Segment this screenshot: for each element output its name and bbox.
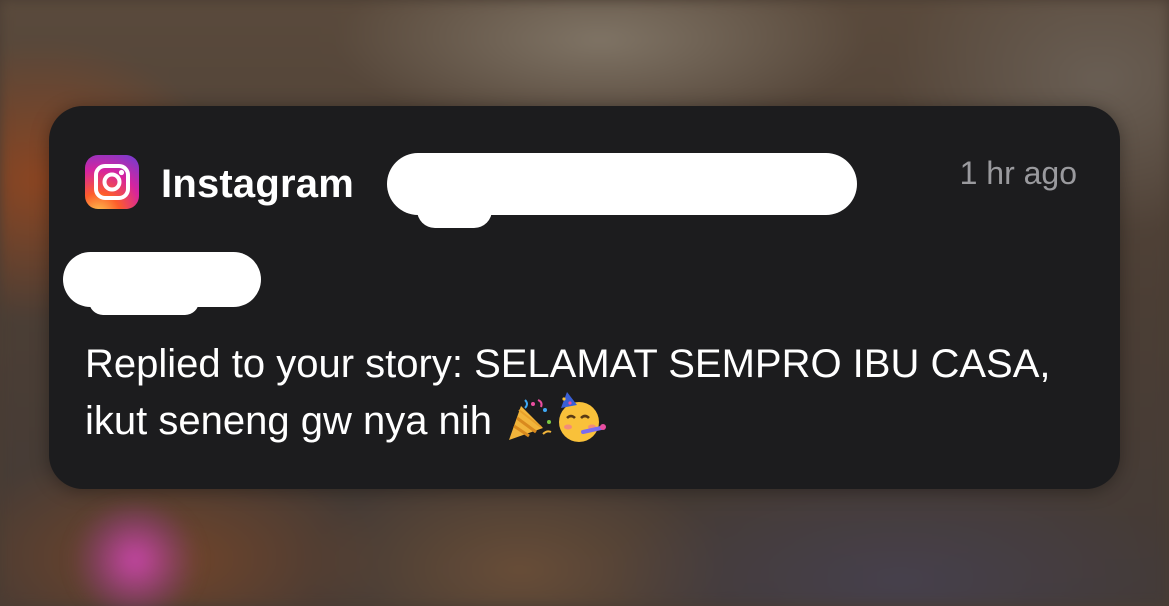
app-name: Instagram [161, 162, 354, 206]
party-popper-icon [505, 396, 553, 459]
instagram-notification[interactable]: Instagram 1 hr ago Replied to your story… [49, 106, 1120, 489]
instagram-icon [85, 155, 139, 209]
redacted-sender-mark-tail [417, 192, 492, 228]
notification-timestamp: 1 hr ago [959, 155, 1077, 191]
notification-message: Replied to your story: SELAMAT SEMPRO IB… [85, 336, 1075, 459]
blurred-wallpaper-highlight [70, 505, 200, 606]
redacted-title-mark-tail [89, 287, 199, 315]
partying-face-icon [555, 392, 609, 459]
